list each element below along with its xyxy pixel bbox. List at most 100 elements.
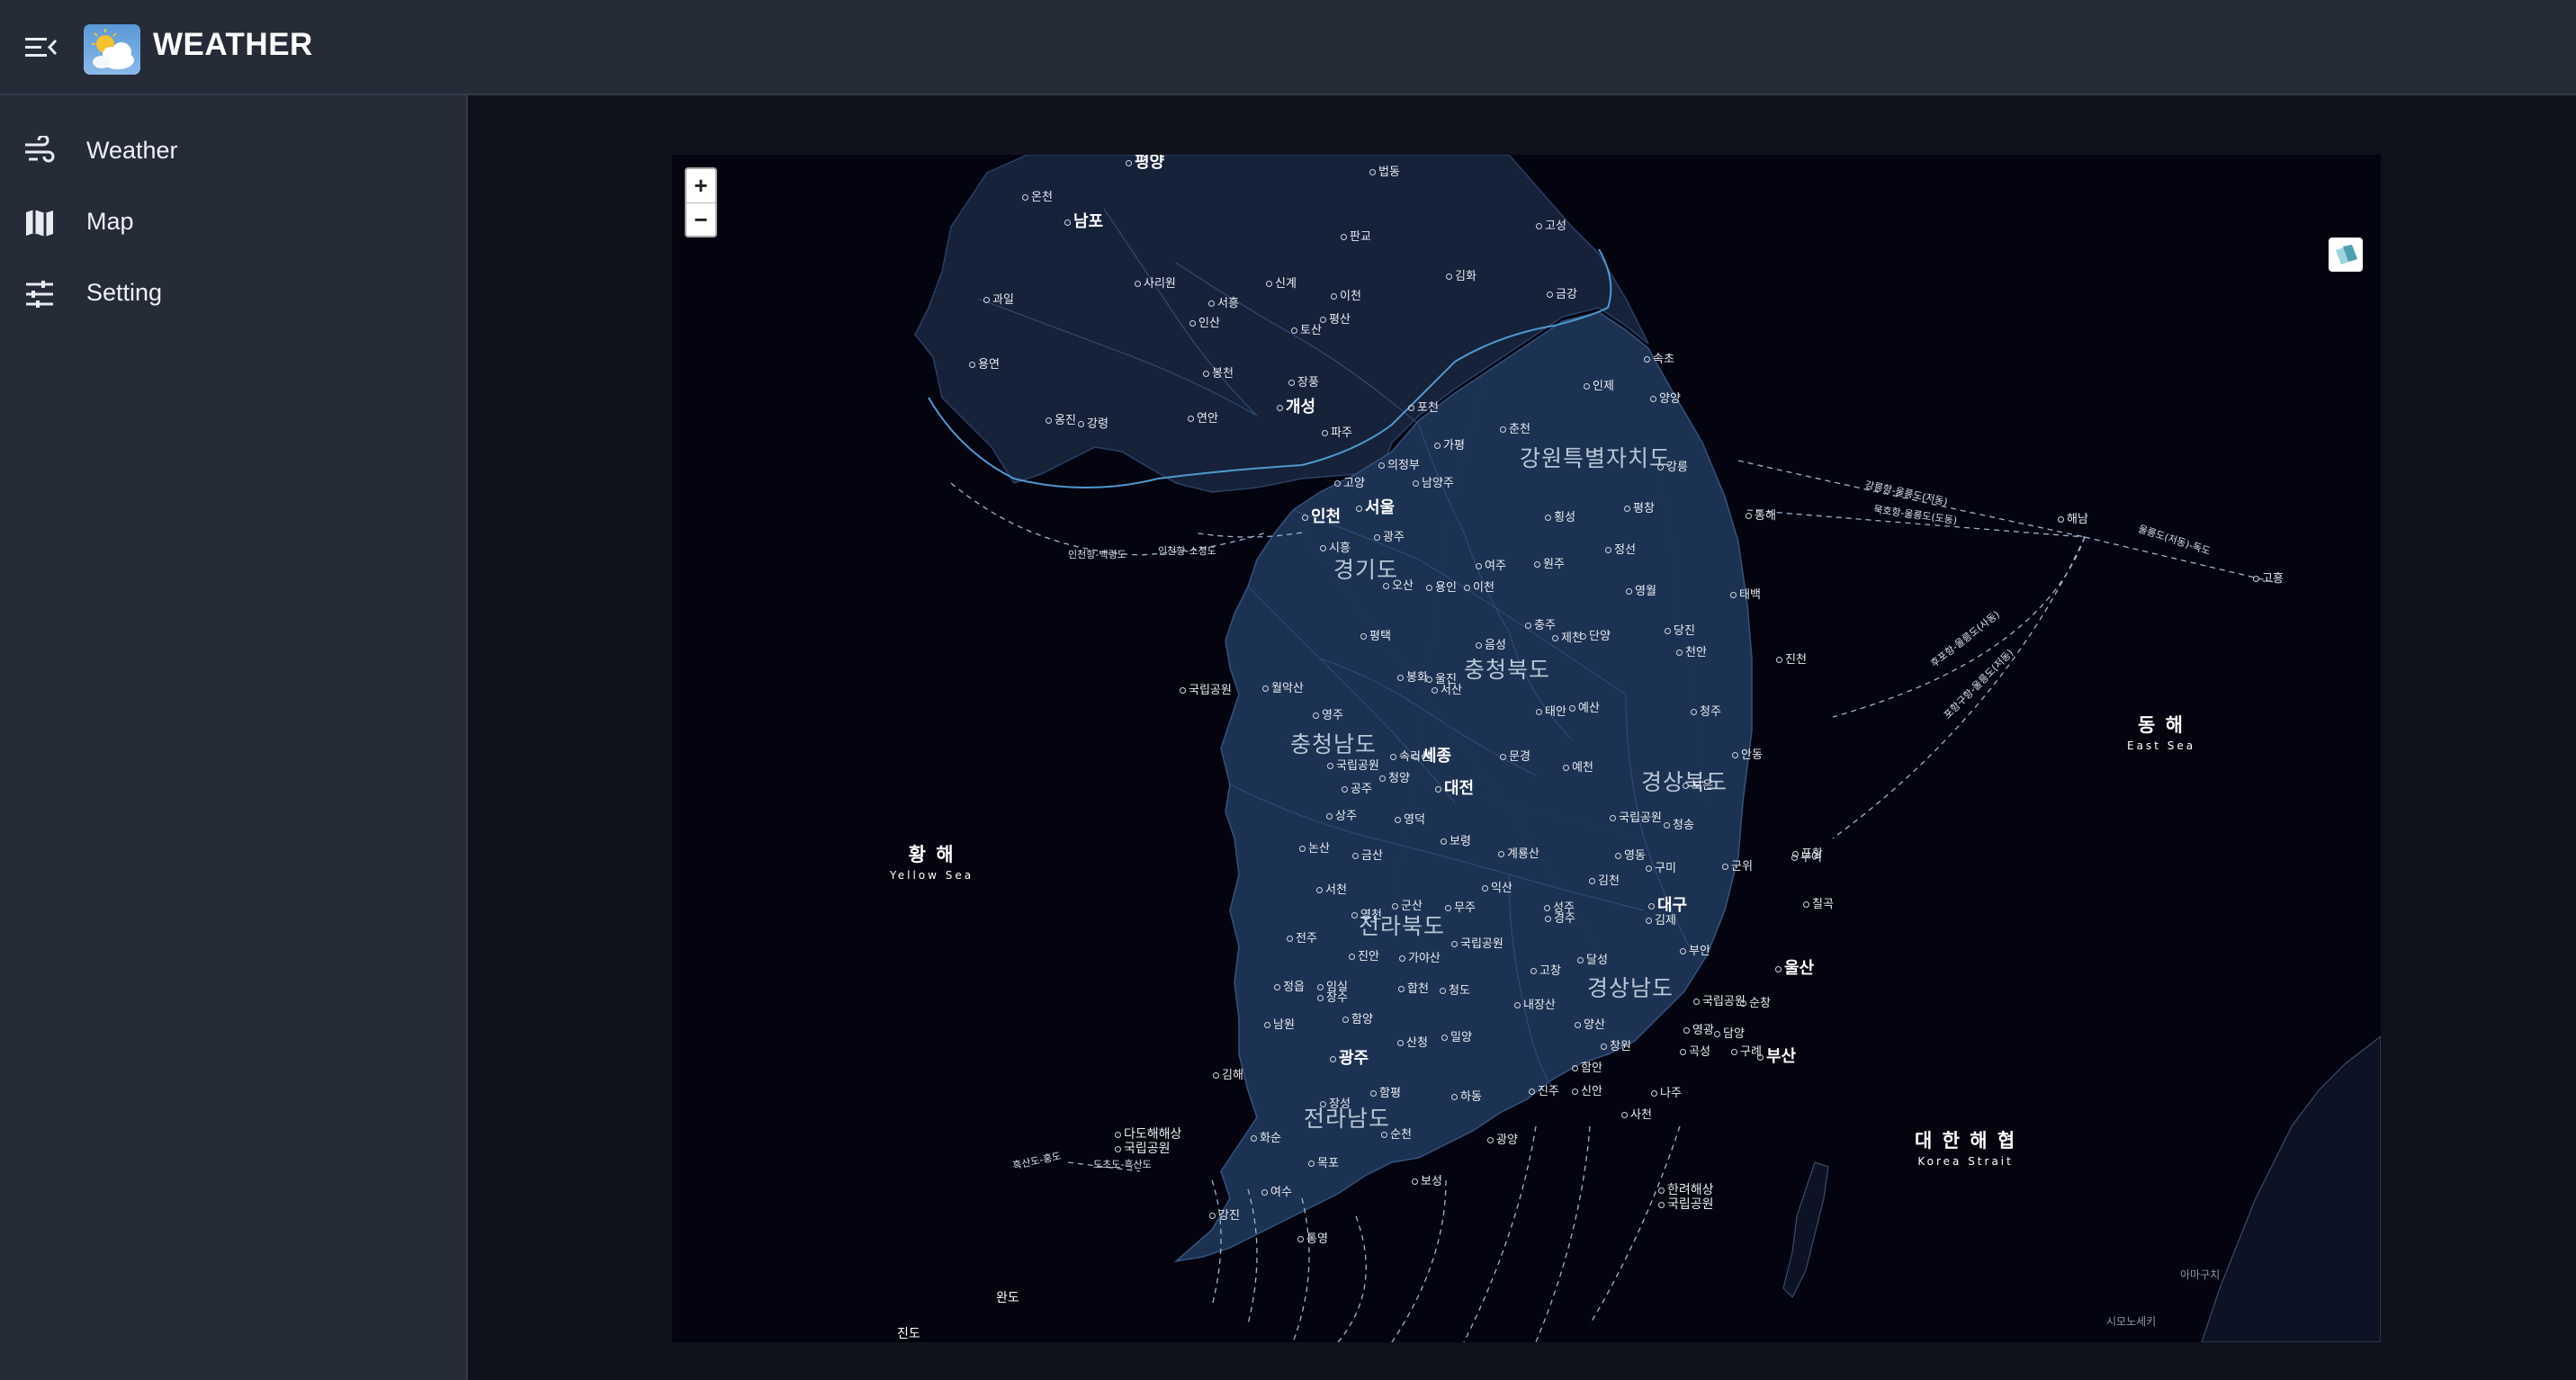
city-label: 청주 [1691, 702, 1721, 719]
city-label: 인천 [1302, 504, 1341, 527]
city-label: 천안 [1676, 642, 1707, 659]
wind-icon [23, 134, 56, 168]
city-label: 광주 [1330, 1045, 1369, 1069]
city-label: 장풍 [1288, 372, 1319, 390]
province-label: 강원특별자치도 [1520, 445, 1672, 471]
city-label: 보은 [1683, 775, 1713, 793]
city-label: 서울 [1356, 495, 1395, 518]
city-label: 시흥 [1320, 538, 1351, 555]
city-label: 용인 [1426, 578, 1457, 595]
city-label: 가평 [1434, 435, 1465, 453]
city-label: 제천 [1552, 628, 1583, 645]
city-label: 목포 [1308, 1153, 1339, 1170]
city-label: 함평 [1370, 1083, 1401, 1100]
city-label: 부안 [1680, 941, 1710, 958]
layers-icon[interactable] [2329, 237, 2363, 272]
city-label: 강진 [1209, 1205, 1240, 1223]
city-label: 창원 [1601, 1036, 1631, 1053]
menu-collapse-icon[interactable] [23, 31, 59, 62]
city-label: 고성 [1536, 216, 1566, 233]
city-label: 평택 [1360, 626, 1391, 643]
sidebar-item-label: Setting [86, 279, 163, 306]
city-label: 영광 [1683, 1020, 1714, 1037]
city-label: 예산 [1569, 698, 1600, 715]
city-label: 사리원 [1135, 273, 1176, 291]
sidebar-item-map[interactable]: Map [0, 192, 466, 255]
city-label: 여수 [1261, 1182, 1292, 1199]
city-label: 이천 [1331, 286, 1361, 303]
city-label: 완도 [996, 1291, 1019, 1305]
city-label: 김화 [1446, 266, 1476, 283]
city-label: 산청 [1397, 1033, 1428, 1050]
sliders-icon [23, 278, 56, 310]
city-label: 김천 [1589, 871, 1620, 888]
city-label: 개성 [1277, 394, 1315, 417]
city-label: 월악산 [1262, 678, 1304, 695]
city-label: 상주 [1326, 806, 1357, 823]
sidebar-item-weather[interactable]: Weather [0, 121, 466, 184]
city-label: 사천 [1621, 1105, 1652, 1122]
sea-label: 황 해 Yellow Sea [890, 840, 974, 882]
sidebar-item-label: Weather [86, 137, 178, 164]
city-label: 내장산 [1514, 995, 1556, 1012]
city-label: 옹진 [1046, 410, 1076, 427]
city-label: 화순 [1251, 1128, 1281, 1145]
city-label: 진안 [1349, 946, 1379, 963]
app-header: WEATHER [0, 0, 2576, 95]
city-label: 구미 [1646, 858, 1676, 875]
city-label: 무주 [1445, 898, 1476, 915]
route-label: 인천항-소청도 [1158, 545, 1216, 557]
city-label: 서산 [1432, 680, 1462, 697]
route-label: 도초도-흑산도 [1093, 1159, 1152, 1170]
park-label: 국립공원 [1115, 1139, 1171, 1157]
city-label: 전주 [1287, 928, 1317, 945]
city-label: 음성 [1476, 635, 1506, 652]
city-label: 영천 [1351, 905, 1382, 922]
city-label: 장성 [1320, 1094, 1351, 1111]
sea-label: 동 해 East Sea [2127, 711, 2195, 752]
city-label: 오산 [1383, 576, 1414, 593]
sidebar-item-setting[interactable]: Setting [0, 263, 466, 326]
sea-name-ko: 황 해 [908, 844, 956, 865]
korea-map[interactable]: + − 강원특별자치도 경기도 충청북도 충청남도 경상북도 전라북도 경상남도… [672, 155, 2381, 1342]
city-label: 밀양 [1441, 1027, 1472, 1044]
city-label: 평양 [1126, 155, 1164, 173]
city-label: 진주 [1529, 1081, 1559, 1098]
city-label: 태백 [1730, 585, 1761, 602]
zoom-out-button[interactable]: − [687, 203, 715, 237]
city-label: 함안 [1572, 1058, 1602, 1075]
city-label: 파주 [1322, 423, 1352, 440]
city-label: 울산 [1775, 955, 1814, 979]
city-label: 온천 [1022, 187, 1053, 204]
city-label: 서천 [1316, 880, 1347, 897]
city-label: 군위 [1722, 856, 1753, 874]
city-label: 과일 [983, 290, 1014, 307]
city-label: 횡성 [1545, 507, 1575, 524]
city-label: 합천 [1398, 979, 1429, 996]
city-label: 김제 [1646, 910, 1676, 927]
city-label: 고흥 [2253, 569, 2284, 586]
city-label: 보성 [1412, 1171, 1442, 1188]
city-label: 군산 [1392, 896, 1423, 913]
city-label: 춘천 [1500, 419, 1530, 436]
city-label: 청송 [1664, 815, 1694, 832]
city-label: 속초 [1644, 349, 1674, 366]
city-label: 영동 [1615, 846, 1646, 863]
city-label: 금강 [1547, 284, 1577, 301]
city-label: 경주 [1545, 909, 1575, 926]
sidebar-item-label: Map [86, 208, 134, 235]
city-label: 순천 [1381, 1125, 1412, 1142]
zoom-in-button[interactable]: + [687, 169, 715, 202]
tsushima-island [1782, 1161, 1829, 1299]
city-label: 양양 [1650, 389, 1681, 406]
weather-logo-icon [84, 24, 140, 75]
city-label: 청도 [1440, 981, 1470, 998]
city-label: 충주 [1525, 615, 1556, 632]
city-label: 남포 [1064, 209, 1103, 232]
city-label: 강령 [1078, 414, 1108, 431]
city-label: 당진 [1665, 621, 1695, 638]
city-label: 속리산 [1390, 747, 1432, 764]
city-label: 포천 [1408, 398, 1439, 415]
sea-label: 대 한 해 협 Korea Strait [1915, 1126, 2016, 1168]
city-label: 함양 [1342, 1009, 1373, 1026]
